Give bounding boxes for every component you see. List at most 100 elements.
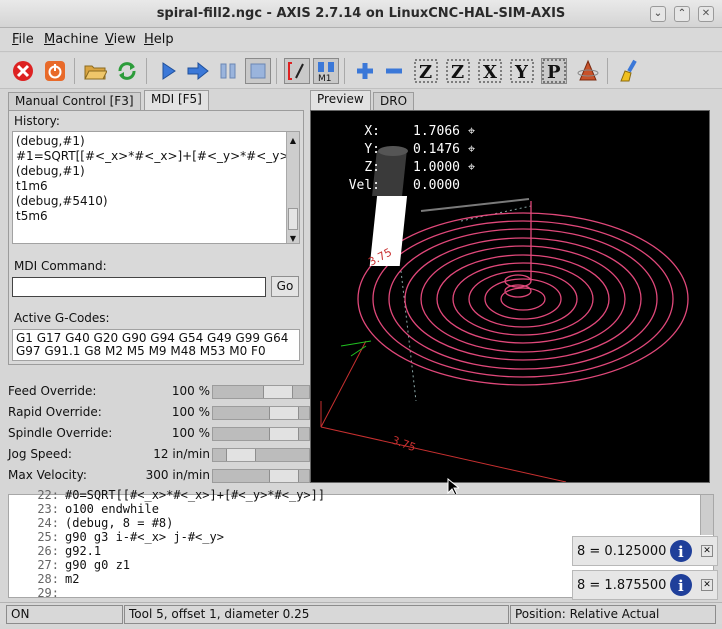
svg-text:i: i bbox=[678, 543, 684, 561]
menu-help[interactable]: Help bbox=[144, 32, 174, 47]
history-item[interactable]: t5m6 bbox=[16, 209, 283, 224]
maximize-button[interactable]: ⌃ bbox=[674, 6, 690, 22]
notification-text: 8 = 1.875500 bbox=[577, 578, 667, 593]
view-z-icon: Z bbox=[414, 59, 438, 83]
status-bar: ON Tool 5, offset 1, diameter 0.25 Posit… bbox=[0, 602, 722, 624]
pause-button[interactable] bbox=[215, 58, 241, 84]
view-x-button[interactable]: X bbox=[477, 58, 503, 84]
tab-preview[interactable]: Preview bbox=[310, 90, 371, 110]
view-z-button[interactable]: Z bbox=[413, 58, 439, 84]
rapid-override-row: Rapid Override: 100 % bbox=[8, 403, 310, 423]
view-y-button[interactable]: Y bbox=[509, 58, 535, 84]
max-velocity-row: Max Velocity: 300 in/min bbox=[8, 466, 310, 486]
code-line[interactable]: 22: #0=SQRT[[#<_x>*#<_x>]+[#<_y>*#<_y>]] bbox=[9, 488, 325, 502]
code-line[interactable]: 25: g90 g3 i-#<_x> j-#<_y> bbox=[9, 530, 224, 544]
tab-mdi[interactable]: MDI [F5] bbox=[144, 90, 209, 110]
mdi-command-input[interactable] bbox=[12, 277, 266, 297]
rotate-view-button[interactable] bbox=[575, 58, 601, 84]
open-file-button[interactable] bbox=[82, 58, 108, 84]
mdi-command-label: MDI Command: bbox=[14, 259, 107, 273]
step-button[interactable] bbox=[185, 58, 211, 84]
step-icon bbox=[187, 61, 209, 81]
history-scrollbar[interactable]: ▲ ▼ bbox=[286, 132, 299, 243]
power-button[interactable] bbox=[42, 58, 68, 84]
code-line[interactable]: 27: g90 g0 z1 bbox=[9, 558, 130, 572]
view-p-icon: P bbox=[542, 59, 566, 83]
history-item[interactable]: #1=SQRT[[#<_x>*#<_x>]+[#<_y>*#<_y> bbox=[16, 149, 289, 164]
active-gcodes-label: Active G-Codes: bbox=[14, 311, 110, 325]
stop-button[interactable] bbox=[245, 58, 271, 84]
slider-thumb[interactable] bbox=[226, 449, 256, 461]
window-title: spiral-fill2.ngc - AXIS 2.7.14 on LinuxC… bbox=[156, 6, 566, 21]
code-text: m2 bbox=[65, 572, 80, 586]
spindle-override-slider[interactable] bbox=[212, 427, 310, 441]
active-gcodes-box: G1 G17 G40 G20 G90 G94 G54 G49 G99 G64 G… bbox=[12, 329, 300, 361]
dro-value: 0.0000 bbox=[413, 178, 460, 193]
history-item[interactable]: t1m6 bbox=[16, 179, 283, 194]
rapid-override-slider[interactable] bbox=[212, 406, 310, 420]
rapid-override-value: 100 % bbox=[171, 405, 210, 419]
zoom-out-button[interactable] bbox=[381, 58, 407, 84]
line-number: 24: bbox=[37, 516, 59, 530]
jog-speed-label: Jog Speed: bbox=[8, 447, 72, 461]
slider-thumb[interactable] bbox=[263, 386, 293, 398]
history-scroll-thumb[interactable] bbox=[288, 208, 298, 230]
view-z-label: Z bbox=[419, 62, 432, 83]
code-text: g90 g0 z1 bbox=[65, 558, 131, 572]
history-item[interactable]: (debug,#1) bbox=[16, 164, 283, 179]
scroll-down-icon[interactable]: ▼ bbox=[288, 231, 298, 243]
slider-thumb[interactable] bbox=[269, 470, 299, 482]
optional-stop-button[interactable]: M1 bbox=[313, 58, 339, 84]
history-item[interactable]: (debug,#1) bbox=[16, 134, 283, 149]
scroll-up-icon[interactable]: ▲ bbox=[288, 133, 298, 145]
power-icon bbox=[45, 61, 65, 81]
clear-plot-button[interactable] bbox=[617, 58, 643, 84]
slider-thumb[interactable] bbox=[269, 407, 299, 419]
close-icon: ✕ bbox=[701, 8, 711, 19]
dismiss-notification-button[interactable]: ✕ bbox=[701, 545, 713, 557]
code-line[interactable]: 26: g92.1 bbox=[9, 544, 101, 558]
reload-button[interactable] bbox=[114, 58, 140, 84]
history-list[interactable]: (debug,#1) #1=SQRT[[#<_x>*#<_x>]+[#<_y>*… bbox=[12, 131, 300, 244]
dro-row-z: Z: 1.0000 ⌖ bbox=[340, 159, 475, 177]
run-button[interactable] bbox=[155, 58, 181, 84]
spindle-override-value: 100 % bbox=[171, 426, 210, 440]
history-item[interactable]: (debug,#5410) bbox=[16, 194, 283, 209]
go-button[interactable]: Go bbox=[271, 276, 299, 297]
close-icon: ✕ bbox=[703, 546, 711, 556]
rapid-override-label: Rapid Override: bbox=[8, 405, 102, 419]
tab-dro[interactable]: DRO bbox=[373, 92, 415, 110]
view-p-button[interactable]: P bbox=[541, 58, 567, 84]
code-line[interactable]: 23: o100 endwhile bbox=[9, 502, 159, 516]
max-velocity-slider[interactable] bbox=[212, 469, 310, 483]
menu-machine[interactable]: Machine bbox=[44, 32, 98, 47]
menu-bar: File Machine View Help bbox=[0, 28, 722, 52]
code-line[interactable]: 29: bbox=[9, 586, 65, 600]
code-line[interactable]: 28: m2 bbox=[9, 572, 79, 586]
slider-thumb[interactable] bbox=[269, 428, 299, 440]
optional-stop-text: M1 bbox=[318, 74, 332, 82]
jog-speed-slider[interactable] bbox=[212, 448, 310, 462]
dro-axis-label: X: bbox=[364, 124, 380, 139]
zoom-in-button[interactable] bbox=[352, 58, 378, 84]
view-z2-button[interactable]: Z bbox=[445, 58, 471, 84]
max-velocity-label: Max Velocity: bbox=[8, 468, 87, 482]
menu-view[interactable]: View bbox=[105, 32, 136, 47]
minimize-button[interactable]: ⌄ bbox=[650, 6, 666, 22]
tool-status: Tool 5, offset 1, diameter 0.25 bbox=[124, 605, 509, 624]
block-delete-button[interactable] bbox=[284, 58, 310, 84]
close-window-button[interactable]: ✕ bbox=[698, 6, 714, 22]
estop-button[interactable] bbox=[10, 58, 36, 84]
spindle-override-row: Spindle Override: 100 % bbox=[8, 424, 310, 444]
code-text: o100 endwhile bbox=[65, 502, 159, 516]
code-line[interactable]: 24: (debug, 8 = #8) bbox=[9, 516, 173, 530]
notification: 8 = 1.875500 i ✕ bbox=[572, 570, 718, 600]
code-scrollbar[interactable] bbox=[700, 495, 713, 535]
dismiss-notification-button[interactable]: ✕ bbox=[701, 579, 713, 591]
tab-manual-control[interactable]: Manual Control [F3] bbox=[8, 92, 141, 110]
menu-file[interactable]: File bbox=[12, 32, 34, 47]
line-number: 28: bbox=[37, 572, 59, 586]
rapid-move bbox=[420, 198, 530, 212]
code-text: g92.1 bbox=[65, 544, 102, 558]
feed-override-slider[interactable] bbox=[212, 385, 310, 399]
